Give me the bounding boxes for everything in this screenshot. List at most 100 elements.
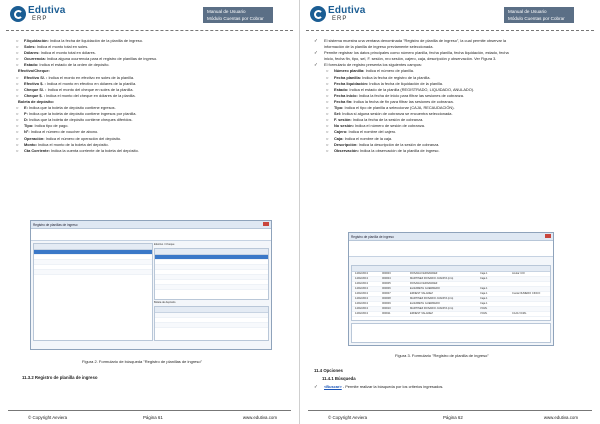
table-cell: 14/02/2013	[355, 302, 368, 305]
screenshot-sessions-grid: 14/02/2013 000003 ROSANA FERNANDEZ Caja 1 An…	[351, 265, 551, 321]
planillas-search-screenshot: Registro de planillas de ingreso Efectiv…	[30, 220, 272, 350]
manual-line-1: Manual de Usuario	[207, 9, 246, 14]
item-description: Indica el estado de la orden de depósito…	[38, 62, 110, 68]
item-term: F.liquidación:	[24, 38, 49, 43]
item-description: Indica el número de voucher de abono.	[29, 129, 99, 135]
page-footer: © Copyright Aeviera Página 62 www.edutiv…	[308, 410, 592, 420]
item-description: Indica que la boleta de depósito contien…	[27, 105, 116, 111]
table-cell: ERNEST VALADEZ	[410, 292, 433, 295]
item-term: Soles:	[24, 44, 36, 50]
item-term: Estado:	[334, 86, 349, 92]
table-row: 14/02/2013 000011 ERNEST VALADEZ VCML CAJA V…	[352, 312, 550, 317]
figure-2-caption: Figura 2. Formulario de búsqueda "Regist…	[82, 359, 203, 364]
table-cell: 14/02/2013	[355, 272, 368, 275]
manual-line-2: Módulo Cuentas por Cobrar	[508, 16, 565, 21]
table-cell: Anular CIO	[512, 272, 525, 275]
table-cell: ELIZABETH GUERRERO	[410, 287, 440, 290]
page-62: Edutiva ERP Manual de Usuario Módulo Cue…	[300, 0, 600, 424]
edutiva-logo: Edutiva ERP	[10, 6, 66, 24]
bullet-icon: ○	[16, 92, 19, 98]
panel-efectivo-label: Efectivo / Cheque	[154, 243, 175, 246]
table-cell: 000009	[382, 302, 391, 305]
page-61: Edutiva ERP Manual de Usuario Módulo Cue…	[0, 0, 300, 424]
item-description: Indica que la boleta de depósito contien…	[27, 111, 137, 117]
panel-boleta-label: Boleta de depósito	[154, 301, 176, 304]
bullet-icon: ○	[16, 147, 19, 153]
footer-site: www.edutiva.com	[242, 415, 277, 420]
item-description: Indica el nombre de la caja.	[343, 135, 393, 141]
screenshot-boleta-grid	[154, 306, 269, 341]
document-spread: Edutiva ERP Manual de Usuario Módulo Cue…	[0, 0, 600, 424]
table-cell: Caja 1	[480, 302, 488, 305]
table-cell: ROSANA FERNANDEZ	[410, 282, 438, 285]
item-description: Indica la observación de la planilla de …	[358, 147, 440, 153]
item-description: Indica tipo de pago.	[33, 123, 69, 129]
list-item: ○ Observación: Indica la observación de l…	[310, 148, 590, 154]
checkmark-icon: ✓	[314, 384, 318, 389]
table-cell: 14/02/2013	[355, 307, 368, 310]
page-footer: © Copyright Aeviera Página 61 www.edutiv…	[8, 410, 291, 420]
item-term: Fecha planilla:	[334, 74, 362, 80]
item-description: Indica el número de operación del depósi…	[44, 135, 122, 141]
item-description: Indica la fecha de registro de la planil…	[361, 74, 431, 80]
item-description: Indica que la boleta de depósito contien…	[28, 117, 133, 123]
table-cell: ERNEST VALADEZ	[410, 312, 433, 315]
footer-page-number: Página 62	[443, 415, 463, 420]
table-cell: 14/02/2013	[355, 292, 368, 295]
manual-line-2: Módulo Cuentas por Cobrar	[207, 16, 264, 21]
item-term: Descripción:	[334, 141, 358, 147]
table-cell: MARTINEZ ROSARIO JUANITA (nro)	[410, 307, 454, 310]
item-description: Indica la fecha de liquidación de la pla…	[48, 38, 143, 43]
page-header: Edutiva ERP Manual de Usuario Módulo Cue…	[8, 3, 291, 29]
item-description: Indica el nombre del cajero.	[347, 129, 397, 135]
bullet-icon: ○	[16, 62, 19, 68]
table-cell: 14/02/2013	[355, 312, 368, 315]
table-cell: MARTINEZ ROSARIO JUANITA (nro)	[410, 297, 454, 300]
brand-name: Edutiva	[328, 5, 366, 16]
buscar-option: ✓ <Buscar> - Permite realizar la búsqueda…	[314, 384, 444, 389]
screenshot-titlebar: Registro de planilla de ingreso	[349, 233, 553, 241]
table-cell: 000010	[382, 307, 391, 310]
table-cell: Caja 1	[480, 297, 488, 300]
screenshot-filters	[349, 241, 553, 257]
screenshot-planillas-grid	[33, 243, 153, 341]
edutiva-logo: Edutiva ERP	[310, 6, 366, 24]
bullet-icon: ○	[326, 147, 329, 153]
page-61-content: ○ F.liquidación: Indica la fecha de liqui…	[10, 38, 289, 154]
item-term: Efectivo S/. :	[24, 74, 48, 80]
table-cell: 000003	[382, 272, 391, 275]
table-cell: Caja 1	[480, 272, 488, 275]
list-item: ○ Estado: Indica el estado de la orden de…	[10, 62, 289, 68]
figure-3-caption: Figura 3. Formulario "Registro de planil…	[395, 353, 489, 358]
header-rule	[6, 30, 293, 31]
item-description: Indica el monto del cheque en soles de l…	[46, 86, 134, 92]
section-11-4: 11.4 Opciones	[314, 368, 343, 373]
item-description: Indica la cuenta corriente de la boleta …	[49, 147, 139, 153]
item-description: Indica alguna ocurrencia para el registr…	[45, 56, 158, 62]
item-term: Caja:	[334, 135, 344, 141]
item-description: Indica el monto total en dólares.	[39, 50, 96, 56]
item-description: Indica si alguna sesión de cobranza se e…	[341, 111, 453, 117]
screenshot-observation-box	[351, 323, 551, 343]
item-term: Observación:	[334, 147, 359, 153]
footer-copyright: © Copyright Aeviera	[328, 415, 368, 420]
item-term: Estado:	[24, 62, 39, 68]
item-term: Fecha liquidación:	[334, 80, 369, 86]
table-cell: 14/02/2013	[355, 297, 368, 300]
table-cell: 14/02/2013	[355, 287, 368, 290]
table-cell: 000004	[382, 277, 391, 280]
table-cell: 000005	[382, 282, 391, 285]
manual-line-1: Manual de Usuario	[508, 9, 547, 14]
item-term: Dólares:	[24, 50, 40, 56]
footer-copyright: © Copyright Aeviera	[28, 415, 68, 420]
table-cell: ROSANA FERNANDEZ	[410, 272, 438, 275]
table-cell: 000007	[382, 292, 391, 295]
item-term: F. sesión:	[334, 117, 352, 123]
table-cell: VCML	[480, 307, 488, 310]
page-62-content: ✓ El sistema muestra una ventana denomina…	[310, 38, 590, 154]
item-term: Ocurrencia:	[24, 56, 46, 62]
close-icon	[545, 234, 551, 238]
buscar-link[interactable]: <Buscar>	[324, 384, 342, 389]
table-cell: Caja 1	[480, 292, 488, 295]
table-cell: Caja 1	[480, 277, 488, 280]
